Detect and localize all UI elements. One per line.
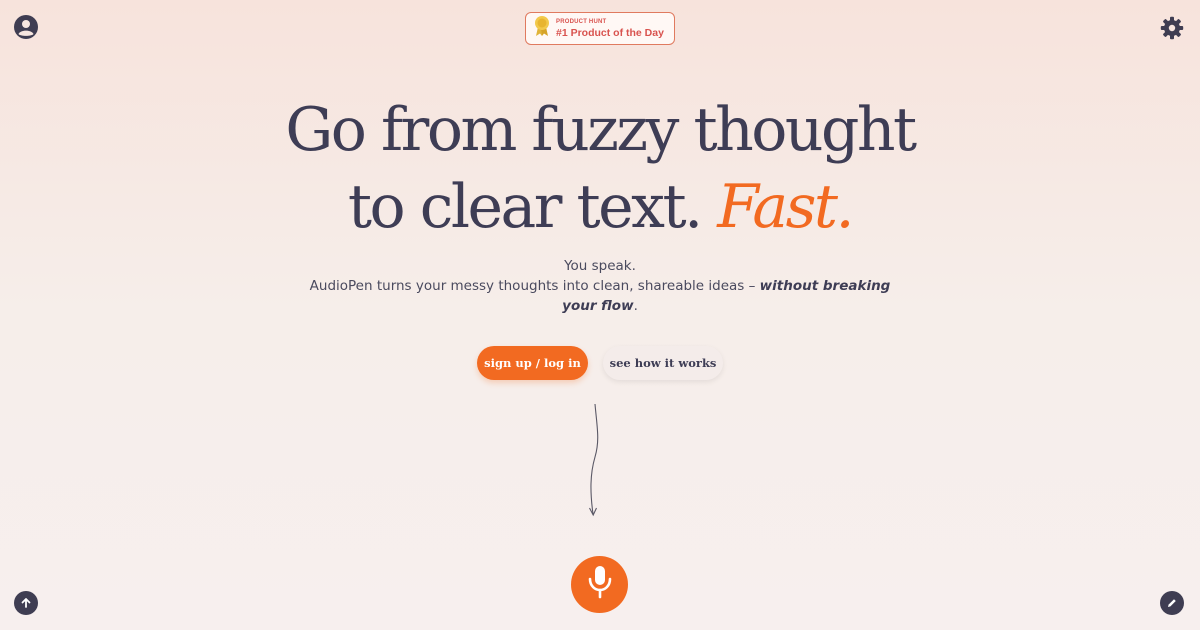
subtitle-line-2: AudioPen turns your messy thoughts into …: [309, 278, 756, 294]
headline-line-2: to clear text.: [347, 172, 703, 242]
subtitle-line-1: You speak.: [564, 258, 636, 274]
how-it-works-button[interactable]: see how it works: [603, 346, 723, 380]
product-hunt-badge[interactable]: PRODUCT HUNT #1 Product of the Day: [525, 12, 675, 45]
microphone-icon: [587, 565, 613, 604]
arrow-up-icon[interactable]: [14, 591, 38, 615]
signup-login-button[interactable]: sign up / log in: [477, 346, 588, 380]
subtitle-end: .: [633, 298, 638, 314]
gear-icon[interactable]: [1160, 16, 1184, 40]
down-arrow-icon: [589, 403, 599, 517]
badge-kicker: PRODUCT HUNT: [556, 18, 607, 25]
hero-subtitle: You speak. AudioPen turns your messy tho…: [300, 256, 900, 316]
pencil-icon[interactable]: [1160, 591, 1184, 615]
medal-icon: [534, 15, 550, 42]
account-icon[interactable]: [13, 14, 39, 40]
hero-headline: Go from fuzzy thought to clear text. Fas…: [0, 92, 1200, 246]
headline-line-1: Go from fuzzy thought: [285, 95, 917, 165]
record-button[interactable]: [571, 556, 628, 613]
badge-title: #1 Product of the Day: [556, 26, 664, 39]
headline-accent: Fast.: [717, 172, 854, 242]
